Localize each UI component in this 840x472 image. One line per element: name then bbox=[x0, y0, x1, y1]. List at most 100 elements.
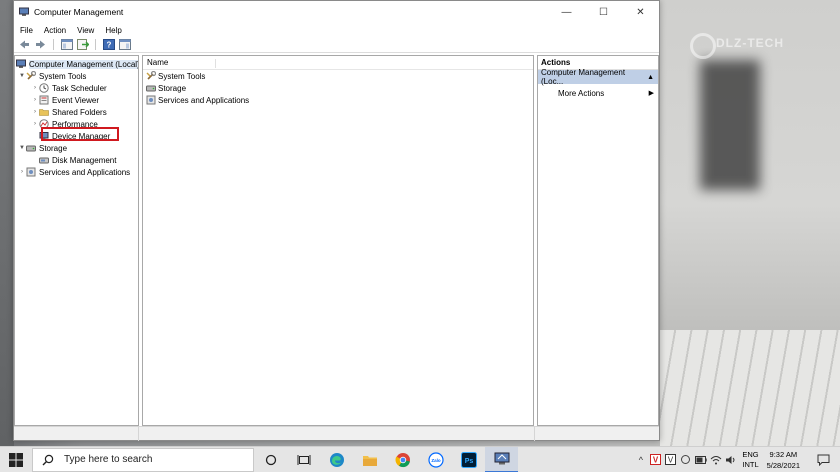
storage-icon bbox=[146, 83, 156, 93]
list-item[interactable]: Storage bbox=[143, 82, 533, 94]
status-bar-section bbox=[535, 427, 655, 441]
close-button[interactable]: ✕ bbox=[622, 1, 659, 23]
console-tree-icon[interactable] bbox=[60, 38, 73, 51]
file-explorer-button[interactable] bbox=[353, 447, 386, 472]
app-tray-icon[interactable] bbox=[679, 454, 692, 465]
tree-item-shared-folders[interactable]: › Shared Folders bbox=[31, 106, 107, 118]
tree-item-label: Computer Management (Local) bbox=[29, 59, 139, 69]
collapsed-chevron-icon[interactable]: › bbox=[31, 109, 39, 115]
unikey-icon[interactable]: V bbox=[664, 454, 677, 465]
window-controls: — ☐ ✕ bbox=[548, 1, 659, 23]
status-bar-section bbox=[14, 427, 139, 441]
actions-pane: Actions Computer Management (Loc... ▲ Mo… bbox=[537, 55, 659, 426]
windows-logo-icon bbox=[9, 452, 23, 467]
maximize-button[interactable]: ☐ bbox=[585, 1, 622, 23]
show-hidden-icons-chevron-icon[interactable]: ^ bbox=[634, 455, 647, 465]
actions-selected-label: Computer Management (Loc... bbox=[541, 68, 626, 86]
menu-action[interactable]: Action bbox=[44, 26, 66, 35]
notification-center-button[interactable] bbox=[812, 454, 834, 466]
computer-management-taskbar-button[interactable] bbox=[485, 446, 518, 472]
window-title: Computer Management bbox=[34, 7, 124, 17]
clock-date: 5/28/2021 bbox=[766, 460, 800, 470]
toolbar: ? bbox=[14, 37, 659, 53]
status-bar-section bbox=[139, 427, 535, 441]
input-language-indicator[interactable]: ENG INTL bbox=[742, 450, 758, 470]
results-pane: Name System Tools Storage Services and A… bbox=[142, 55, 534, 426]
collapsed-chevron-icon[interactable]: › bbox=[31, 97, 39, 103]
desktop-floor bbox=[660, 330, 840, 446]
menu-bar: File Action View Help bbox=[14, 23, 659, 37]
services-icon bbox=[26, 167, 36, 177]
tree-item-storage[interactable]: ▼ Storage bbox=[18, 142, 67, 154]
folder-icon bbox=[362, 455, 377, 466]
photoshop-icon: Ps bbox=[460, 451, 477, 468]
task-view-button[interactable] bbox=[287, 447, 320, 472]
tree-item-root[interactable]: Computer Management (Local) bbox=[16, 58, 139, 70]
cortana-circle-icon bbox=[265, 454, 276, 465]
disk-management-icon bbox=[39, 155, 49, 165]
svg-text:?: ? bbox=[106, 41, 111, 50]
battery-icon[interactable] bbox=[694, 455, 707, 464]
title-bar[interactable]: Computer Management — ☐ ✕ bbox=[14, 1, 659, 23]
computer-management-icon bbox=[19, 7, 29, 17]
volume-icon[interactable] bbox=[724, 455, 737, 465]
zalo-button[interactable]: Zalo bbox=[419, 447, 452, 472]
list-item[interactable]: Services and Applications bbox=[143, 94, 533, 106]
menu-file[interactable]: File bbox=[20, 26, 33, 35]
tree-item-system-tools[interactable]: ▼ System Tools bbox=[18, 70, 86, 82]
tree-item-label: System Tools bbox=[39, 71, 87, 81]
vietkey-icon[interactable]: V bbox=[649, 454, 662, 465]
more-actions-label: More Actions bbox=[558, 88, 605, 98]
column-divider[interactable] bbox=[215, 59, 216, 68]
list-item-label: System Tools bbox=[158, 71, 206, 81]
more-actions-item[interactable]: More Actions ▶ bbox=[538, 86, 658, 100]
edge-button[interactable] bbox=[320, 447, 353, 472]
taskbar-search-box[interactable]: Type here to search bbox=[32, 447, 254, 472]
collapse-triangle-icon[interactable]: ▲ bbox=[647, 74, 654, 81]
shared-folder-icon bbox=[39, 107, 49, 117]
photoshop-button[interactable]: Ps bbox=[452, 447, 485, 472]
list-item-label: Services and Applications bbox=[158, 95, 250, 105]
collapsed-chevron-icon[interactable]: › bbox=[31, 121, 39, 127]
ps-label: Ps bbox=[464, 458, 473, 465]
clock[interactable]: 9:32 AM 5/28/2021 bbox=[767, 449, 800, 471]
start-button[interactable] bbox=[0, 447, 32, 472]
svg-text:V: V bbox=[668, 456, 674, 465]
collapsed-chevron-icon[interactable]: › bbox=[31, 85, 39, 91]
tree-item-disk-management[interactable]: Disk Management bbox=[39, 154, 116, 166]
panes: Computer Management (Local) ▼ System Too… bbox=[14, 55, 659, 426]
tree-item-label: Services and Applications bbox=[39, 167, 131, 177]
list-item[interactable]: System Tools bbox=[143, 70, 533, 82]
forward-arrow-icon[interactable] bbox=[34, 38, 47, 51]
toolbar-separator bbox=[53, 39, 54, 50]
tree-item-task-scheduler[interactable]: › Task Scheduler bbox=[31, 82, 107, 94]
menu-help[interactable]: Help bbox=[105, 26, 121, 35]
notification-icon bbox=[817, 454, 829, 466]
search-placeholder: Type here to search bbox=[64, 454, 153, 465]
toolbar-separator bbox=[95, 39, 96, 50]
collapsed-chevron-icon[interactable]: › bbox=[18, 169, 26, 175]
list-item-label: Storage bbox=[158, 83, 187, 93]
export-list-icon[interactable] bbox=[76, 38, 89, 51]
event-log-icon bbox=[39, 95, 49, 105]
chrome-button[interactable] bbox=[386, 447, 419, 472]
back-arrow-icon[interactable] bbox=[18, 38, 31, 51]
expanded-chevron-icon[interactable]: ▼ bbox=[18, 145, 26, 151]
menu-view[interactable]: View bbox=[77, 26, 94, 35]
expanded-chevron-icon[interactable]: ▼ bbox=[18, 73, 26, 79]
actions-selected-item[interactable]: Computer Management (Loc... ▲ bbox=[538, 68, 658, 86]
computer-management-icon bbox=[16, 59, 26, 69]
show-hide-action-pane-icon[interactable] bbox=[118, 38, 131, 51]
help-icon[interactable]: ? bbox=[102, 38, 115, 51]
wifi-icon[interactable] bbox=[709, 455, 722, 465]
language-code: ENG bbox=[742, 449, 759, 459]
column-header-name[interactable]: Name bbox=[143, 56, 533, 70]
cortana-button[interactable] bbox=[254, 447, 287, 472]
tree-item-event-viewer[interactable]: › Event Viewer bbox=[31, 94, 99, 106]
tree-item-label: Event Viewer bbox=[52, 95, 99, 105]
tree-item-services-apps[interactable]: › Services and Applications bbox=[18, 166, 130, 178]
minimize-button[interactable]: — bbox=[548, 1, 585, 23]
search-icon bbox=[42, 454, 54, 465]
taskbar: Type here to search Zalo Ps ^ V V ENG IN… bbox=[0, 446, 840, 472]
system-tray: ^ V V ENG INTL 9:32 AM 5/28/2021 bbox=[633, 447, 840, 472]
